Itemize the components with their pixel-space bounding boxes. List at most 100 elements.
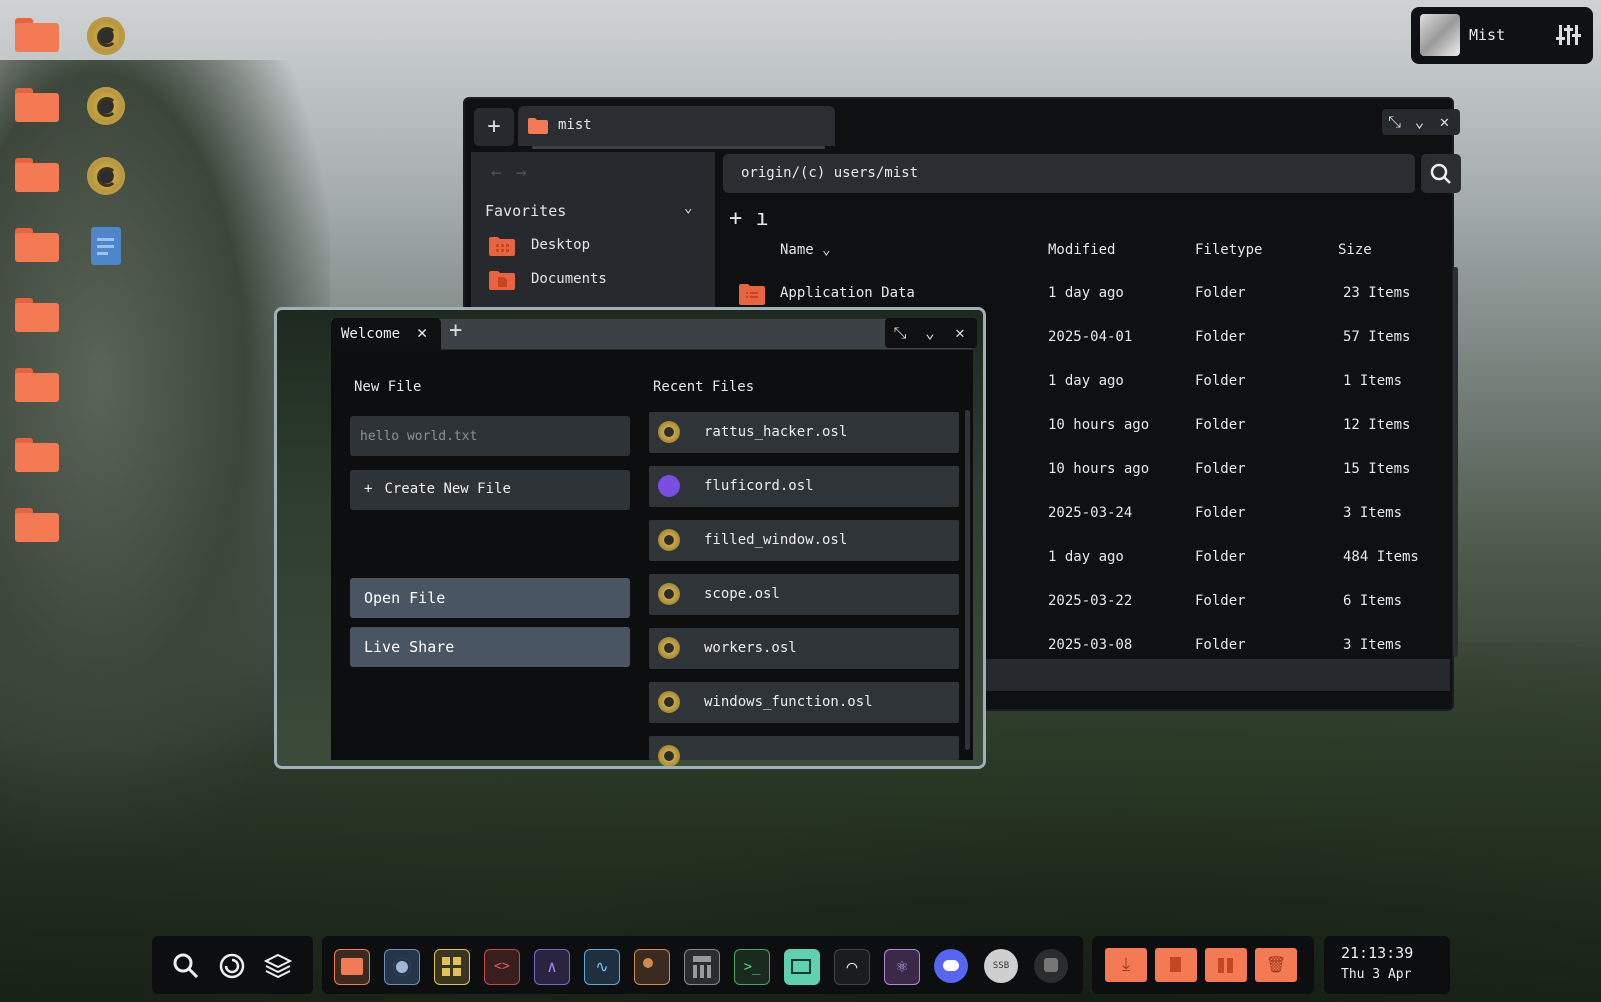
recent-file-item[interactable]: workers.osl (649, 628, 959, 669)
game-app-icon[interactable] (1034, 949, 1068, 983)
desktop-folder-icon[interactable] (15, 508, 59, 542)
maximize-icon[interactable]: ⤡ (885, 318, 915, 348)
close-icon[interactable]: ✕ (1432, 109, 1457, 135)
folder-icon (739, 284, 765, 305)
clock-widget[interactable]: 21:13:39 Thu 3 Apr (1324, 936, 1450, 994)
draw-app-icon[interactable]: ⌒ (834, 949, 870, 985)
sliders-icon[interactable] (1556, 23, 1581, 47)
apps-folder-icon[interactable] (1205, 948, 1247, 982)
trash-folder-icon[interactable]: 🗑 (1255, 948, 1297, 982)
mail-app-icon[interactable] (784, 949, 820, 985)
welcome-window: Welcome ✕ + ⤡⌄✕ New File +Create New Fil… (274, 307, 986, 769)
status-bar (965, 659, 1450, 691)
new-file-heading: New File (354, 379, 422, 395)
files-app-icon[interactable] (334, 949, 370, 985)
live-share-button[interactable]: Live Share (350, 627, 630, 667)
path-bar[interactable]: origin/(c) users/mist (723, 154, 1415, 193)
desktop-folder-icon[interactable] (15, 228, 59, 262)
new-file-input[interactable] (350, 416, 630, 456)
desktop-folder-icon[interactable] (15, 18, 59, 52)
tab-mist[interactable]: mist (518, 106, 835, 149)
cell-modified: 2025-03-08 (1048, 637, 1133, 653)
nav-arrows: ←→ (491, 162, 541, 183)
originos-gear-icon (658, 691, 680, 713)
recent-files-heading: Recent Files (653, 379, 755, 395)
desktop-folder-icon[interactable] (15, 438, 59, 472)
search-button[interactable] (1421, 154, 1461, 193)
downloads-folder-icon[interactable]: ⤓ (1105, 948, 1147, 982)
avatar[interactable] (1420, 14, 1460, 56)
new-tab-button[interactable]: + (449, 318, 462, 343)
recent-file-item[interactable]: scope.osl (649, 574, 959, 615)
recent-file-name: filled_window.osl (704, 532, 848, 548)
column-header-modified[interactable]: Modified (1048, 242, 1115, 258)
discord-icon[interactable] (934, 949, 968, 983)
cell-filetype: Folder (1195, 417, 1246, 433)
back-arrow-icon[interactable]: ← (491, 162, 516, 183)
recent-file-item[interactable] (649, 736, 959, 766)
desktop-folder-icon[interactable] (15, 368, 59, 402)
terminal-icon[interactable]: >_ (734, 949, 770, 985)
forward-arrow-icon[interactable]: → (516, 162, 541, 183)
column-header-filetype[interactable]: Filetype (1195, 242, 1262, 258)
tab-welcome[interactable]: Welcome ✕ (331, 318, 441, 350)
column-header-name[interactable]: Name ⌄ (780, 242, 831, 258)
search-icon[interactable] (172, 952, 200, 980)
cell-size: 6 Items (1343, 593, 1403, 609)
originos-gear-icon (658, 421, 680, 443)
ssb-app-icon[interactable]: SSB (984, 949, 1018, 983)
originos-gear-icon[interactable] (87, 157, 125, 195)
cell-size: 1 Items (1343, 373, 1403, 389)
minimize-chevron-icon[interactable]: ⌄ (915, 318, 945, 348)
settings-app-icon[interactable] (384, 949, 420, 985)
originos-gear-icon[interactable] (87, 87, 125, 125)
scrollbar[interactable] (1453, 267, 1458, 657)
originos-gear-icon[interactable] (87, 17, 125, 55)
close-icon[interactable]: ✕ (945, 318, 975, 348)
recent-file-item[interactable]: filled_window.osl (649, 520, 959, 561)
cell-filetype: Folder (1195, 329, 1246, 345)
cell-filetype: Folder (1195, 549, 1246, 565)
activity-monitor-icon[interactable]: ∿ (584, 949, 620, 985)
open-file-button[interactable]: Open File (350, 578, 630, 618)
recent-file-name: workers.osl (704, 640, 797, 656)
contacts-app-icon[interactable] (634, 949, 670, 985)
cell-name: Application Data (780, 285, 915, 301)
recent-file-name: rattus_hacker.osl (704, 424, 848, 440)
studio-app-icon[interactable]: ∧ (534, 949, 570, 985)
chevron-down-icon[interactable]: ⌄ (684, 200, 692, 216)
new-tab-button[interactable]: + (474, 108, 514, 146)
originos-gear-icon (658, 637, 680, 659)
create-new-file-button[interactable]: + Create New File (350, 470, 630, 510)
originos-logo-icon[interactable] (218, 952, 246, 980)
close-tab-icon[interactable]: ✕ (417, 323, 427, 343)
cell-modified: 2025-04-01 (1048, 329, 1133, 345)
atom-app-icon[interactable]: ⚛ (884, 949, 920, 985)
scrollbar[interactable] (965, 410, 970, 750)
new-item-button[interactable]: + ı (729, 206, 769, 231)
layers-icon[interactable] (264, 952, 292, 980)
desktop-folder-icon[interactable] (15, 88, 59, 122)
recent-file-item[interactable]: windows_function.osl (649, 682, 959, 723)
desktop-folder-icon[interactable] (15, 158, 59, 192)
filename-field[interactable] (350, 416, 630, 456)
documents-folder-icon[interactable] (1155, 948, 1197, 982)
window-controls: ⤡ ⌄ ✕ (885, 318, 977, 348)
recent-file-item[interactable]: fluficord.osl (649, 466, 959, 507)
desktop-folder-icon[interactable] (15, 298, 59, 332)
recent-file-item[interactable]: rattus_hacker.osl (649, 412, 959, 453)
widgets-app-icon[interactable] (434, 949, 470, 985)
profile-widget[interactable]: Mist (1411, 7, 1593, 64)
cell-size: 15 Items (1343, 461, 1411, 477)
table-row[interactable]: Application Data 1 day ago Folder 23 Ite… (729, 279, 1429, 309)
column-header-size[interactable]: Size (1338, 242, 1372, 258)
maximize-icon[interactable]: ⤡ (1382, 109, 1407, 135)
cell-filetype: Folder (1195, 285, 1246, 301)
cell-size: 3 Items (1343, 505, 1403, 521)
code-editor-icon[interactable]: <> (484, 949, 520, 985)
cell-size: 23 Items (1343, 285, 1411, 301)
document-icon[interactable] (91, 227, 121, 265)
calculator-icon[interactable] (684, 949, 720, 985)
minimize-chevron-icon[interactable]: ⌄ (1407, 109, 1432, 135)
cell-filetype: Folder (1195, 505, 1246, 521)
